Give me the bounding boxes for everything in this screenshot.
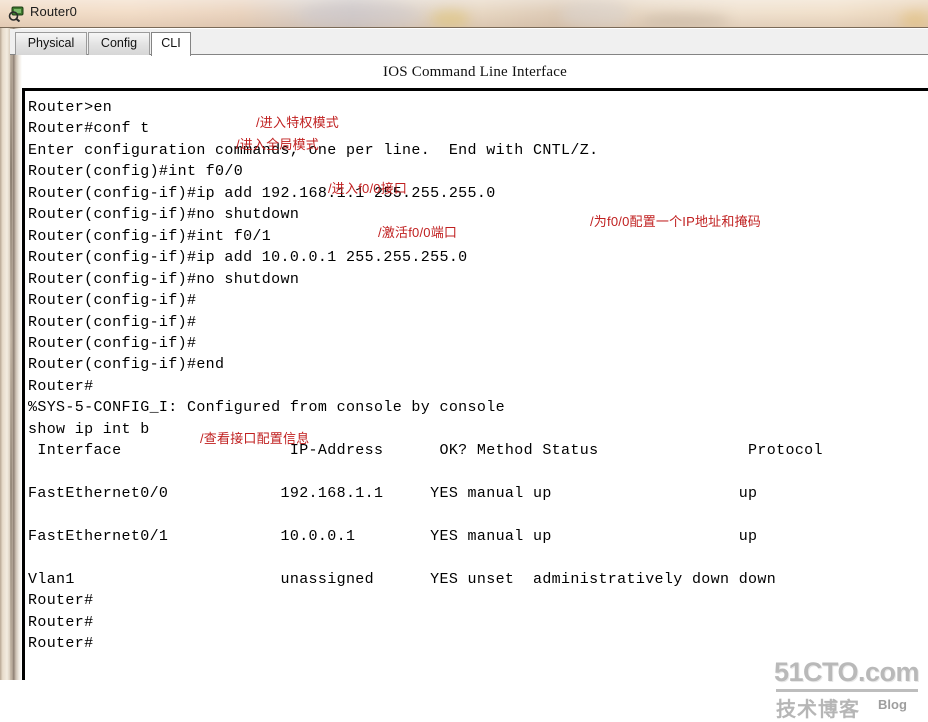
window-left-frame <box>0 28 22 680</box>
terminal-line: Router#conf t <box>28 120 150 138</box>
cli-heading: IOS Command Line Interface <box>383 64 567 80</box>
window-titlebar: Router0 <box>0 0 928 28</box>
annotation-label: /为f0/0配置一个IP地址和掩码 <box>590 214 761 229</box>
desktop-blur-blob <box>300 2 420 27</box>
terminal-line: Router(config-if)#int f0/1 <box>28 227 272 245</box>
watermark-blog-text: Blog <box>878 697 907 712</box>
tab-bar: Physical Config CLI <box>10 29 928 56</box>
terminal-line: Router# <box>28 592 94 610</box>
watermark-sub-text: 技术博客 <box>776 699 860 721</box>
terminal-line: Router# <box>28 613 94 631</box>
terminal-line: Router(config-if)#ip add 192.168.1.1 255… <box>28 184 496 202</box>
tab-physical-label: Physical <box>27 36 75 50</box>
terminal-line: Router(config)#int f0/0 <box>28 163 244 181</box>
terminal-line: Router# <box>28 635 94 653</box>
terminal-line: Router(config-if)#no shutdown <box>28 206 300 224</box>
terminal-line: show ip int b <box>28 420 150 438</box>
tab-physical[interactable]: Physical <box>15 32 87 55</box>
window-title: Router0 <box>30 4 77 19</box>
cli-terminal[interactable]: Router>en Router#conf t Enter configuratio… <box>22 88 928 680</box>
annotation-label: /进入特权模式 <box>256 115 340 130</box>
desktop-blur-blob <box>900 12 928 27</box>
terminal-line: Router# <box>28 377 94 395</box>
terminal-line: Vlan1 unassigned YES unset administrativ… <box>28 570 777 588</box>
terminal-line: Router(config-if)# <box>28 292 197 310</box>
cli-terminal-text: Router>en Router#conf t Enter configuratio… <box>28 99 928 680</box>
frame-highlight-stripe <box>10 28 12 680</box>
annotation-label: /激活f0/0端口 <box>378 225 458 240</box>
terminal-line: Router>en <box>28 99 113 116</box>
annotation-label: /进入f0/0接口 <box>328 181 408 196</box>
terminal-line: FastEthernet0/0 192.168.1.1 YES manual u… <box>28 485 758 503</box>
router-device-icon <box>8 6 24 22</box>
tab-cli[interactable]: CLI <box>151 32 191 56</box>
terminal-line: Router(config-if)# <box>28 313 197 331</box>
terminal-line: Router(config-if)#ip add 10.0.0.1 255.25… <box>28 249 468 267</box>
router0-window: Router0 Physical Config CLI IOS Command … <box>0 0 928 721</box>
tab-config-label: Config <box>100 36 138 50</box>
desktop-blur-blob <box>430 10 470 27</box>
annotation-label: /进入全局模式 <box>236 137 320 152</box>
tab-config[interactable]: Config <box>88 32 150 55</box>
terminal-line: %SYS-5-CONFIG_I: Configured from console… <box>28 399 505 417</box>
terminal-line: Router(config-if)#end <box>28 356 225 374</box>
terminal-line: FastEthernet0/1 10.0.0.1 YES manual up u… <box>28 528 758 545</box>
desktop-blur-blob <box>640 14 730 27</box>
terminal-line: Interface IP-Address OK? Method Status P… <box>28 442 823 460</box>
annotation-label: /查看接口配置信息 <box>200 431 310 446</box>
tab-cli-label: CLI <box>161 36 181 50</box>
watermark-divider <box>776 689 918 692</box>
desktop-blur-blob <box>560 0 630 27</box>
terminal-line: Router(config-if)# <box>28 334 197 352</box>
cli-panel: IOS Command Line Interface Router>en Rout… <box>22 55 928 721</box>
terminal-line: Router(config-if)#no shutdown <box>28 270 300 288</box>
